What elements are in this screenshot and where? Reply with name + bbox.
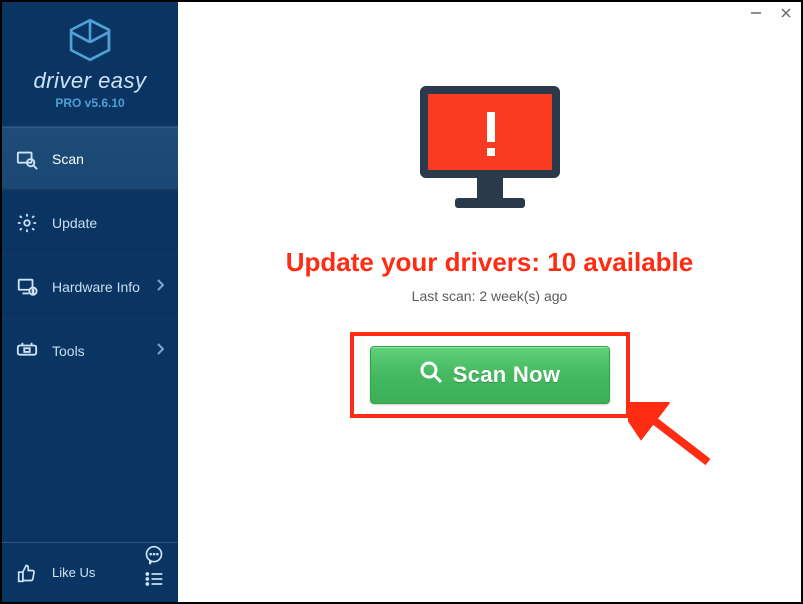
app-version: PRO v5.6.10 — [55, 96, 124, 110]
tools-icon — [16, 340, 38, 362]
scan-button-label: Scan Now — [453, 362, 561, 388]
scan-button-area: Scan Now — [350, 332, 630, 418]
headline-text: Update your drivers: 10 available — [286, 247, 694, 278]
sidebar-item-label: Scan — [52, 151, 84, 167]
feedback-icon[interactable] — [144, 545, 164, 570]
brand-name: driver easy — [33, 68, 146, 94]
menu-list-icon[interactable] — [144, 569, 164, 594]
main-pane: Update your drivers: 10 available Last s… — [178, 2, 801, 602]
sidebar-item-hardware-info[interactable]: i Hardware Info — [2, 254, 178, 318]
last-scan-text: Last scan: 2 week(s) ago — [412, 288, 568, 304]
hardware-icon: i — [16, 276, 38, 298]
sidebar-item-update[interactable]: Update — [2, 190, 178, 254]
annotation-arrow-icon — [628, 402, 718, 477]
chevron-right-icon — [156, 343, 164, 358]
sidebar-item-label: Tools — [52, 343, 85, 359]
sidebar-item-label: Hardware Info — [52, 279, 140, 295]
sidebar-item-scan[interactable]: Scan — [2, 126, 178, 190]
sidebar-item-label: Update — [52, 215, 97, 231]
sidebar-bottom: Like Us — [2, 542, 178, 602]
thumbs-up-icon[interactable] — [16, 562, 38, 584]
logo-block: driver easy PRO v5.6.10 — [2, 2, 178, 126]
search-icon — [419, 360, 443, 390]
annotation-highlight-box: Scan Now — [350, 332, 630, 418]
gear-icon — [16, 212, 38, 234]
logo-icon — [68, 18, 112, 62]
sidebar: driver easy PRO v5.6.10 Scan — [2, 2, 178, 602]
scan-now-button[interactable]: Scan Now — [370, 346, 610, 404]
sidebar-item-tools[interactable]: Tools — [2, 318, 178, 382]
sidebar-menu: Scan Update i — [2, 126, 178, 542]
app-window: driver easy PRO v5.6.10 Scan — [0, 0, 803, 604]
chevron-right-icon — [156, 279, 164, 294]
svg-text:i: i — [32, 288, 34, 295]
like-us-label[interactable]: Like Us — [52, 565, 95, 580]
alert-monitor-icon — [405, 80, 575, 225]
scan-icon — [16, 148, 38, 170]
